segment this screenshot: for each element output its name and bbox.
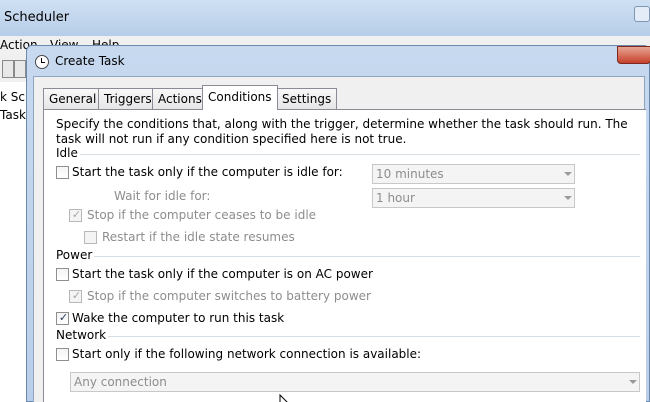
conditions-description: Specify the conditions that, along with … xyxy=(56,117,628,146)
battery-stop-checkbox[interactable]: ✓ xyxy=(69,289,82,303)
tab-label: Conditions xyxy=(208,90,272,104)
checkmark-icon: ✓ xyxy=(71,208,82,221)
dialog-title: Create Task xyxy=(55,54,125,68)
tab-triggers[interactable]: Triggers xyxy=(98,88,158,109)
chevron-down-icon xyxy=(629,380,637,384)
network-connection-value: Any connection xyxy=(74,375,167,389)
battery-stop-label: Stop if the computer switches to battery… xyxy=(87,289,371,303)
idle-duration-select[interactable]: 10 minutes xyxy=(372,164,575,184)
idle-group-label: Idle xyxy=(56,146,80,160)
chevron-down-icon xyxy=(564,196,572,200)
clock-icon xyxy=(35,55,49,69)
close-button[interactable] xyxy=(617,46,650,64)
wake-computer-checkbox[interactable]: ✓ xyxy=(56,311,69,325)
tab-label: Actions xyxy=(158,92,202,106)
idle-start-checkbox[interactable] xyxy=(56,166,69,179)
wait-for-idle-label: Wait for idle for: xyxy=(114,189,211,203)
background-window-title: Scheduler xyxy=(4,10,70,25)
idle-duration-value: 10 minutes xyxy=(376,167,444,181)
stop-if-not-idle-checkbox[interactable]: ✓ xyxy=(69,208,82,222)
checkmark-icon: ✓ xyxy=(71,289,82,302)
tab-label: General xyxy=(49,92,97,106)
power-group-label: Power xyxy=(56,248,95,262)
wait-duration-value: 1 hour xyxy=(376,191,415,205)
dialog-body: General Triggers Actions Conditions Sett… xyxy=(33,76,646,402)
restart-if-idle-label: Restart if the idle state resumes xyxy=(102,230,295,244)
restart-if-idle-checkbox[interactable] xyxy=(84,231,97,244)
tab-label: Triggers xyxy=(104,92,152,106)
network-connection-select[interactable]: Any connection xyxy=(70,372,640,392)
dialog-titlebar[interactable]: Create Task xyxy=(27,46,650,76)
wait-duration-select[interactable]: 1 hour xyxy=(372,188,575,208)
group-divider xyxy=(56,154,640,155)
tab-conditions[interactable]: Conditions xyxy=(202,85,278,110)
toolbar-button[interactable] xyxy=(2,60,14,78)
nav-item-task[interactable]: Task xyxy=(0,108,26,122)
background-window-titlebar: Scheduler xyxy=(0,0,650,36)
create-task-dialog: Create Task General Triggers Actions Con… xyxy=(26,45,650,402)
tab-actions[interactable]: Actions xyxy=(152,88,208,109)
tab-label: Settings xyxy=(282,92,332,106)
network-condition-label: Start only if the following network conn… xyxy=(72,347,422,361)
toolbar-button[interactable] xyxy=(14,60,26,78)
tab-general[interactable]: General xyxy=(43,88,103,109)
ac-power-label: Start the task only if the computer is o… xyxy=(72,267,373,281)
wake-computer-label: Wake the computer to run this task xyxy=(72,311,285,325)
tab-settings[interactable]: Settings xyxy=(276,88,338,109)
group-divider xyxy=(56,256,640,257)
checkmark-icon: ✓ xyxy=(58,311,69,324)
chevron-down-icon xyxy=(564,172,572,176)
network-condition-checkbox[interactable] xyxy=(56,348,69,361)
background-window-control-button[interactable] xyxy=(634,6,650,22)
stop-if-not-idle-label: Stop if the computer ceases to be idle xyxy=(87,208,317,222)
mouse-cursor-icon xyxy=(279,394,288,402)
conditions-panel: Specify the conditions that, along with … xyxy=(43,109,646,402)
group-divider xyxy=(56,336,640,337)
network-group-label: Network xyxy=(56,328,109,342)
idle-start-label: Start the task only if the computer is i… xyxy=(72,165,343,179)
ac-power-checkbox[interactable] xyxy=(56,268,69,281)
